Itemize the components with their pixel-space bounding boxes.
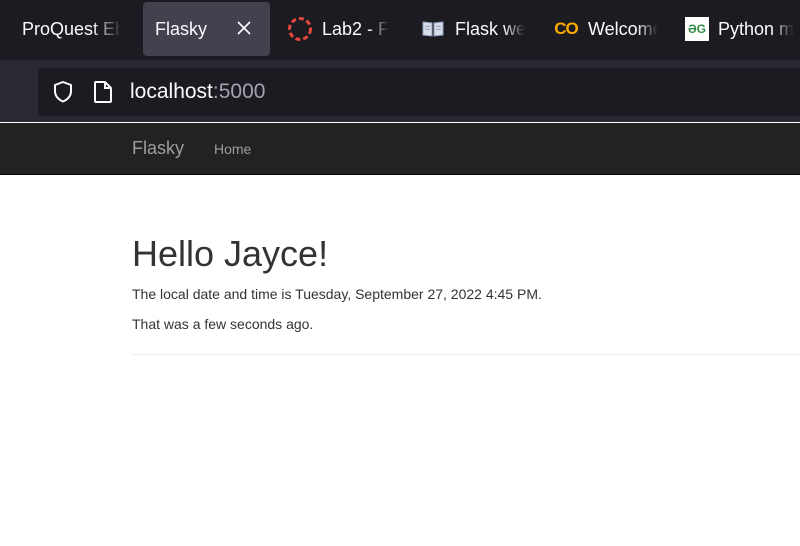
tab-flasky[interactable]: Flasky [143,2,270,56]
tab-proquest[interactable]: ProQuest Ebook [22,2,122,56]
colab-icon: CO [554,19,579,38]
relative-time-text: That was a few seconds ago. [132,316,314,332]
tab-label: Flasky [155,18,208,39]
tab-label: Welcome [588,18,658,39]
book-icon [420,16,446,42]
tab-label: Lab2 - Flask [322,18,389,39]
tab-label: Flask welcome [455,18,525,39]
tab-flask-welcome[interactable]: Flask welcome [420,2,525,56]
tab-python[interactable]: ƏG Python m [685,2,800,56]
browser-tab-strip: ProQuest Ebook Flasky Lab2 - Flask Flask… [0,0,800,60]
url-text[interactable]: localhost:5000 [130,80,265,104]
local-datetime-text: The local date and time is Tuesday, Sept… [132,286,542,302]
navbar-brand[interactable]: Flasky [132,138,184,159]
shield-icon[interactable] [51,80,75,104]
tab-colab-welcome[interactable]: CO Welcome [553,2,658,56]
tab-label: ProQuest Ebook [22,18,122,39]
browser-toolbar: localhost:5000 [0,60,800,122]
dashed-circle-icon [287,16,313,42]
close-tab-icon[interactable] [232,16,256,40]
tab-lab2[interactable]: Lab2 - Flask [287,2,389,56]
page-heading: Hello Jayce! [132,233,329,274]
tab-label: Python m [718,18,795,39]
gfg-icon: ƏG [685,17,709,41]
url-port: :5000 [212,80,266,103]
nav-link-home[interactable]: Home [214,141,251,157]
url-host: localhost [130,80,213,103]
site-navbar: Flasky Home [0,123,800,175]
divider [132,354,800,355]
address-bar[interactable]: localhost:5000 [38,68,800,116]
page-icon[interactable] [92,80,114,104]
